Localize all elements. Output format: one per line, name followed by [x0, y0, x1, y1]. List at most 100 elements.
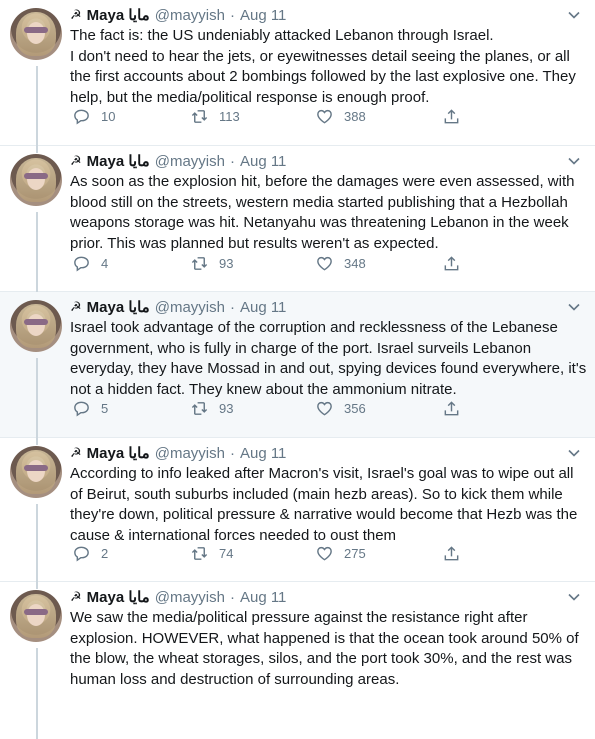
author-handle[interactable]: @mayyish: [155, 445, 225, 462]
retweet-count: 93: [219, 401, 234, 416]
separator-dot: ·: [229, 444, 235, 462]
retweet-count: 74: [219, 546, 234, 561]
reply-button[interactable]: 2: [72, 544, 108, 563]
author-name[interactable]: Maya مايا: [87, 588, 150, 606]
reply-icon: [74, 109, 89, 125]
reply-button[interactable]: 5: [72, 399, 108, 418]
hammer-sickle-icon: ☭: [70, 299, 82, 314]
retweet-icon: [191, 110, 208, 123]
tweet-text: Israel took advantage of the corruption …: [70, 319, 591, 398]
like-count: 275: [344, 546, 366, 561]
chevron-down-icon[interactable]: [567, 8, 581, 22]
thread-connector: [36, 358, 38, 445]
like-count: 356: [344, 401, 366, 416]
tweet-date[interactable]: Aug 11: [240, 153, 286, 170]
tweet-thread: ☭ Maya مايا @mayyish · Aug 11 The fact i…: [0, 0, 595, 739]
separator-dot: ·: [229, 6, 235, 24]
tweet-actions: 5 93 356: [70, 399, 470, 421]
author-name[interactable]: Maya مايا: [87, 6, 150, 24]
reply-button[interactable]: 10: [72, 107, 115, 126]
chevron-down-icon[interactable]: [567, 590, 581, 604]
like-button[interactable]: 348: [315, 254, 366, 273]
tweet[interactable]: ☭ Maya مايا @mayyish · Aug 11 The fact i…: [0, 0, 595, 153]
like-button[interactable]: 275: [315, 544, 366, 563]
tweet-date[interactable]: Aug 11: [240, 7, 286, 24]
tweet-date[interactable]: Aug 11: [240, 589, 286, 606]
reply-count: 5: [101, 401, 109, 416]
thread-connector: [36, 648, 38, 739]
hammer-sickle-icon: ☭: [70, 7, 82, 22]
share-button[interactable]: [442, 399, 461, 418]
tweet-header: ☭ Maya مايا @mayyish · Aug 11: [70, 151, 286, 171]
tweet-actions: 2 74 275: [70, 544, 470, 566]
tweet-text: As soon as the explosion hit, before the…: [70, 173, 579, 252]
share-button[interactable]: [442, 254, 461, 273]
tweet-text: We saw the media/political pressure agai…: [70, 609, 583, 688]
author-handle[interactable]: @mayyish: [155, 299, 225, 316]
tweet-text: The fact is: the US undeniably attacked …: [70, 27, 576, 106]
retweet-button[interactable]: 113: [190, 107, 240, 126]
tweet-header: ☭ Maya مايا @mayyish · Aug 11: [70, 297, 286, 317]
avatar[interactable]: [10, 300, 62, 352]
share-icon: [444, 109, 459, 124]
reply-icon: [74, 256, 89, 272]
avatar[interactable]: [10, 154, 62, 206]
tweet[interactable]: ☭ Maya مايا @mayyish · Aug 11 We saw the…: [0, 582, 595, 739]
tweet-actions: 10 113 388: [70, 107, 470, 129]
separator-dot: ·: [229, 588, 235, 606]
heart-icon: [317, 401, 332, 416]
retweet-icon: [191, 257, 208, 270]
avatar[interactable]: [10, 446, 62, 498]
separator-dot: ·: [229, 152, 235, 170]
hammer-sickle-icon: ☭: [70, 589, 82, 604]
retweet-button[interactable]: 74: [190, 544, 233, 563]
heart-icon: [317, 256, 332, 271]
share-icon: [444, 256, 459, 271]
heart-icon: [317, 109, 332, 124]
tweet-header: ☭ Maya مايا @mayyish · Aug 11: [70, 5, 286, 25]
reply-icon: [74, 546, 89, 562]
share-button[interactable]: [442, 107, 461, 126]
author-handle[interactable]: @mayyish: [155, 589, 225, 606]
tweet[interactable]: ☭ Maya مايا @mayyish · Aug 11 Israel too…: [0, 292, 595, 445]
chevron-down-icon[interactable]: [567, 300, 581, 314]
heart-icon: [317, 546, 332, 561]
share-icon: [444, 401, 459, 416]
author-handle[interactable]: @mayyish: [155, 7, 225, 24]
hammer-sickle-icon: ☭: [70, 153, 82, 168]
reply-button[interactable]: 4: [72, 254, 108, 273]
like-button[interactable]: 356: [315, 399, 366, 418]
thread-connector: [36, 504, 38, 589]
share-button[interactable]: [442, 544, 461, 563]
like-count: 348: [344, 256, 366, 271]
like-button[interactable]: 388: [315, 107, 366, 126]
like-count: 388: [344, 109, 366, 124]
retweet-icon: [191, 402, 208, 415]
chevron-down-icon[interactable]: [567, 154, 581, 168]
tweet[interactable]: ☭ Maya مايا @mayyish · Aug 11 According …: [0, 438, 595, 589]
retweet-count: 93: [219, 256, 234, 271]
retweet-count: 113: [219, 109, 240, 124]
tweet-actions: 4 93 348: [70, 254, 470, 276]
avatar[interactable]: [10, 8, 62, 60]
chevron-down-icon[interactable]: [567, 446, 581, 460]
tweet-date[interactable]: Aug 11: [240, 445, 286, 462]
share-icon: [444, 546, 459, 561]
author-handle[interactable]: @mayyish: [155, 153, 225, 170]
author-name[interactable]: Maya مايا: [87, 298, 150, 316]
reply-count: 10: [101, 109, 116, 124]
tweet[interactable]: ☭ Maya مايا @mayyish · Aug 11 As soon as…: [0, 146, 595, 299]
author-name[interactable]: Maya مايا: [87, 444, 150, 462]
thread-connector: [36, 212, 38, 299]
tweet-date[interactable]: Aug 11: [240, 299, 286, 316]
retweet-button[interactable]: 93: [190, 254, 233, 273]
tweet-header: ☭ Maya مايا @mayyish · Aug 11: [70, 587, 286, 607]
author-name[interactable]: Maya مايا: [87, 152, 150, 170]
retweet-button[interactable]: 93: [190, 399, 233, 418]
tweet-header: ☭ Maya مايا @mayyish · Aug 11: [70, 443, 286, 463]
separator-dot: ·: [229, 298, 235, 316]
avatar[interactable]: [10, 590, 62, 642]
hammer-sickle-icon: ☭: [70, 445, 82, 460]
reply-count: 4: [101, 256, 109, 271]
tweet-text: According to info leaked after Macron's …: [70, 465, 582, 544]
